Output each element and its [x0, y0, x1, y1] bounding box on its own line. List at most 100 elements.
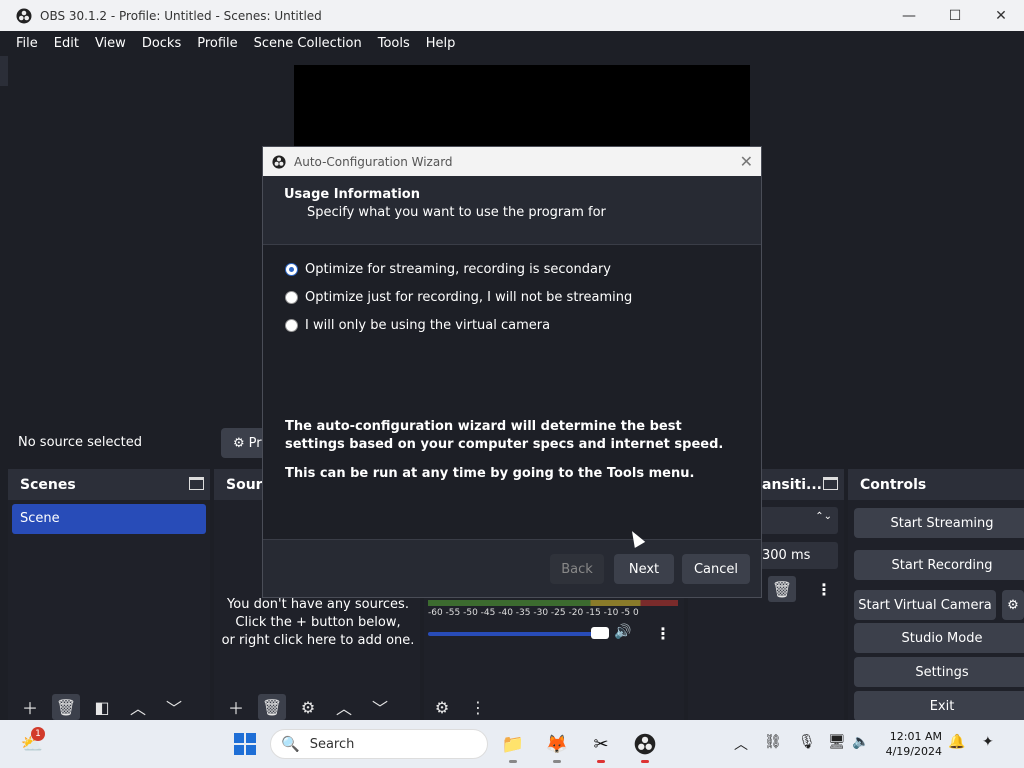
- audio-meter-scale: -60 -55 -50 -45 -40 -35 -30 -25 -20 -15 …: [428, 608, 639, 618]
- audio-settings-gear-icon[interactable]: ⚙: [428, 694, 456, 720]
- taskbar-search[interactable]: 🔍 Search: [270, 729, 488, 759]
- sources-toolbar: ＋ 🗑 ⚙ ︿ ﹀: [222, 693, 402, 721]
- notification-bell-icon[interactable]: 🔔: [948, 734, 965, 750]
- file-explorer-icon[interactable]: 📁: [497, 728, 529, 760]
- source-move-up-icon[interactable]: ︿: [330, 694, 358, 720]
- menu-profile[interactable]: Profile: [197, 36, 237, 51]
- option-virtual-camera-label: I will only be using the virtual camera: [305, 318, 551, 333]
- volume-icon[interactable]: 🔈: [852, 734, 869, 750]
- menu-docks[interactable]: Docks: [142, 36, 181, 51]
- option-virtual-camera[interactable]: I will only be using the virtual camera: [285, 318, 550, 333]
- scene-list-item[interactable]: Scene: [12, 504, 206, 534]
- undock-icon[interactable]: [189, 477, 204, 490]
- minimize-button[interactable]: —: [886, 0, 932, 31]
- source-move-down-icon[interactable]: ﹀: [366, 694, 394, 720]
- display-icon[interactable]: 🖥: [828, 734, 846, 750]
- option-streaming[interactable]: Optimize for streaming, recording is sec…: [285, 262, 611, 277]
- transition-duration-field[interactable]: 300 ms: [760, 542, 838, 569]
- controls-dock-header: Controls: [848, 469, 1024, 500]
- dialog-header: Usage Information Specify what you want …: [263, 176, 761, 245]
- remove-scene-trash-icon[interactable]: 🗑: [52, 694, 80, 720]
- volume-slider-handle[interactable]: [591, 627, 609, 639]
- chevron-up-icon[interactable]: ︿: [734, 734, 748, 754]
- dialog-subheading: Specify what you want to use the program…: [307, 205, 606, 220]
- clock[interactable]: 12:01 AM 4/19/2024: [880, 729, 942, 759]
- transition-trash-icon[interactable]: 🗑: [768, 576, 796, 602]
- copilot-icon[interactable]: ✦: [982, 734, 994, 750]
- menu-edit[interactable]: Edit: [54, 36, 79, 51]
- sources-empty-line2: Click the + button below,: [235, 615, 401, 630]
- virtual-camera-gear-icon[interactable]: ⚙: [1002, 590, 1024, 620]
- audio-toolbar: ⚙ ⋮: [428, 693, 500, 721]
- speaker-icon[interactable]: 🔊: [614, 624, 631, 640]
- no-source-label: No source selected: [18, 435, 142, 450]
- firefox-icon[interactable]: 🦊: [541, 728, 573, 760]
- dialog-title: Auto-Configuration Wizard: [294, 154, 453, 169]
- source-properties-gear-icon[interactable]: ⚙: [294, 694, 322, 720]
- maximize-button[interactable]: ☐: [932, 0, 978, 31]
- remove-source-trash-icon[interactable]: 🗑: [258, 694, 286, 720]
- obs-logo-icon: [272, 154, 286, 169]
- windows-start-icon[interactable]: [229, 728, 261, 760]
- dialog-info-text: The auto-configuration wizard will deter…: [285, 419, 724, 452]
- radio-unselected[interactable]: [285, 291, 298, 304]
- audio-menu-kebab-icon[interactable]: ⋮: [655, 624, 671, 643]
- menu-view[interactable]: View: [95, 36, 126, 51]
- add-scene-icon[interactable]: ＋: [16, 694, 44, 720]
- next-button[interactable]: Next: [614, 554, 674, 584]
- scenes-dock-header: Scenes: [8, 469, 210, 500]
- preview-canvas[interactable]: [294, 65, 750, 155]
- cancel-button[interactable]: Cancel: [682, 554, 750, 584]
- transition-select[interactable]: ⌃⌄: [760, 507, 838, 534]
- start-streaming-button[interactable]: Start Streaming: [854, 508, 1024, 538]
- properties-label: Pr: [248, 435, 262, 451]
- capcut-icon[interactable]: ✂: [585, 728, 617, 760]
- dialog-close-icon[interactable]: ✕: [740, 152, 753, 171]
- radio-selected[interactable]: [285, 263, 298, 276]
- dialog-footer: Back Next Cancel: [263, 539, 761, 597]
- volume-slider-track[interactable]: [428, 632, 608, 636]
- transitions-dock-title: ansiti...: [762, 476, 822, 493]
- scenes-dock: Scenes Scene: [8, 469, 210, 720]
- radio-unselected[interactable]: [285, 319, 298, 332]
- start-virtual-camera-button[interactable]: Start Virtual Camera: [854, 590, 996, 620]
- scene-filters-icon[interactable]: ◧: [88, 694, 116, 720]
- start-recording-button[interactable]: Start Recording: [854, 550, 1024, 580]
- transition-kebab-icon[interactable]: ⋮: [816, 580, 832, 599]
- audio-more-kebab-icon[interactable]: ⋮: [464, 694, 492, 720]
- dialog-body: Optimize for streaming, recording is sec…: [263, 245, 761, 539]
- back-button[interactable]: Back: [550, 554, 604, 584]
- move-down-icon[interactable]: ﹀: [160, 694, 188, 720]
- menu-file[interactable]: File: [16, 36, 38, 51]
- add-source-icon[interactable]: ＋: [222, 694, 250, 720]
- controls-dock-title: Controls: [860, 476, 927, 493]
- exit-button[interactable]: Exit: [854, 691, 1024, 721]
- obs-logo-icon: [16, 8, 32, 23]
- settings-button[interactable]: Settings: [854, 657, 1024, 687]
- studio-mode-button[interactable]: Studio Mode: [854, 623, 1024, 653]
- move-up-icon[interactable]: ︿: [124, 694, 152, 720]
- auto-config-wizard-dialog: Auto-Configuration Wizard ✕ Usage Inform…: [262, 146, 762, 598]
- menu-help[interactable]: Help: [426, 36, 456, 51]
- network-icon[interactable]: ⛓: [764, 734, 782, 750]
- option-streaming-label: Optimize for streaming, recording is sec…: [305, 262, 612, 277]
- microphone-icon[interactable]: 🎙: [798, 734, 816, 750]
- clock-date: 4/19/2024: [885, 745, 942, 758]
- obs-taskbar-icon[interactable]: [629, 728, 661, 760]
- undock-icon[interactable]: [823, 477, 838, 490]
- close-button[interactable]: ✕: [978, 0, 1024, 31]
- sources-empty-line3: or right click here to add one.: [221, 633, 415, 648]
- search-placeholder: Search: [309, 736, 355, 752]
- gear-icon: ⚙: [233, 435, 245, 451]
- running-indicator: [597, 760, 605, 763]
- running-indicator: [641, 760, 649, 763]
- chevron-updown-icon: ⌃⌄: [815, 511, 832, 522]
- search-icon: 🔍: [281, 735, 300, 753]
- scenes-list[interactable]: Scene: [8, 500, 210, 720]
- window-titlebar: OBS 30.1.2 - Profile: Untitled - Scenes:…: [0, 0, 1024, 31]
- option-recording[interactable]: Optimize just for recording, I will not …: [285, 290, 632, 305]
- dialog-tools-hint: This can be run at any time by going to …: [285, 466, 695, 481]
- menu-tools[interactable]: Tools: [378, 36, 410, 51]
- sources-empty-line1: You don't have any sources.: [227, 597, 409, 612]
- menu-scene-collection[interactable]: Scene Collection: [254, 36, 362, 51]
